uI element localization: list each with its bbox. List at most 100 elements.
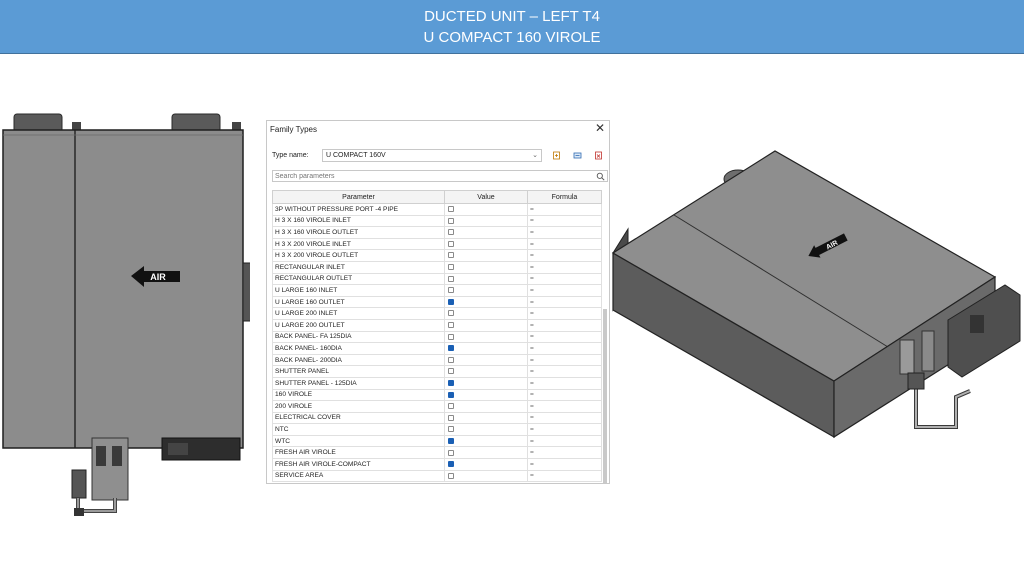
- scrollbar-thumb[interactable]: [603, 309, 607, 483]
- parameter-formula-cell[interactable]: =: [527, 237, 602, 251]
- parameter-value-cell: [444, 203, 528, 216]
- parameter-checkbox[interactable]: [448, 264, 454, 271]
- parameter-checkbox[interactable]: [448, 287, 454, 294]
- search-icon[interactable]: [596, 172, 605, 181]
- parameter-formula-cell[interactable]: =: [527, 330, 602, 344]
- parameter-value-cell: [444, 260, 528, 274]
- table-row[interactable]: H 3 X 200 VIROLE OUTLET =: [272, 249, 602, 262]
- parameter-checkbox[interactable]: [448, 206, 454, 213]
- family-types-dialog: Family Types ✕ Type name: U COMPACT 160V…: [266, 120, 610, 484]
- parameter-checkbox[interactable]: [448, 368, 454, 375]
- parameter-checkbox[interactable]: [448, 321, 454, 328]
- parameter-formula-cell[interactable]: =: [527, 214, 602, 228]
- unit-front-view-drawing: AIR: [2, 113, 250, 516]
- parameter-checkbox[interactable]: [448, 356, 454, 363]
- table-row[interactable]: SHUTTER PANEL - 125DIA =: [272, 376, 602, 390]
- parameter-name-cell: SERVICE AREA: [272, 469, 445, 483]
- parameter-formula-cell[interactable]: =: [527, 411, 602, 425]
- parameter-checkbox[interactable]: [448, 345, 454, 352]
- table-row[interactable]: SHUTTER PANEL =: [272, 365, 602, 378]
- table-row[interactable]: U LARGE 200 OUTLET =: [272, 318, 602, 332]
- parameter-name-cell: RECTANGULAR OUTLET: [272, 272, 445, 286]
- parameter-formula-cell[interactable]: =: [527, 388, 602, 402]
- table-row[interactable]: BACK PANEL- 160DIA =: [272, 342, 602, 355]
- table-row[interactable]: ELECTRICAL COVER =: [272, 411, 602, 425]
- parameter-formula-cell[interactable]: =: [527, 376, 602, 390]
- parameter-table-body: 3P WITHOUT PRESSURE PORT -4 PIPE = H 3 X 1…: [272, 203, 602, 483]
- parameter-checkbox[interactable]: [448, 275, 454, 282]
- parameter-checkbox[interactable]: [448, 298, 454, 305]
- table-row[interactable]: H 3 X 200 VIROLE INLET =: [272, 237, 602, 251]
- parameter-value-cell: [444, 423, 528, 436]
- close-icon[interactable]: ✕: [595, 122, 605, 134]
- parameter-checkbox[interactable]: [448, 449, 454, 456]
- parameter-checkbox[interactable]: [448, 437, 454, 444]
- parameter-formula-cell[interactable]: =: [527, 469, 602, 483]
- parameter-name-cell: NTC: [272, 423, 445, 436]
- parameter-formula-cell[interactable]: =: [527, 400, 602, 413]
- parameter-formula-cell[interactable]: =: [527, 318, 602, 332]
- rename-type-icon[interactable]: [573, 151, 582, 160]
- parameter-formula-cell[interactable]: =: [527, 295, 602, 309]
- title-line-1: DUCTED UNIT – LEFT T4: [424, 7, 600, 25]
- slide: DUCTED UNIT – LEFT T4 U COMPACT 160 VIRO…: [0, 0, 1024, 576]
- table-row[interactable]: WTC =: [272, 434, 602, 448]
- column-header-formula[interactable]: Formula: [527, 190, 602, 204]
- parameter-value-cell: [444, 446, 528, 460]
- table-row[interactable]: FRESH AIR VIROLE =: [272, 446, 602, 460]
- new-type-icon[interactable]: [552, 151, 561, 160]
- table-row[interactable]: BACK PANEL- 200DIA =: [272, 353, 602, 367]
- parameter-formula-cell[interactable]: =: [527, 226, 602, 239]
- parameter-formula-cell[interactable]: =: [527, 353, 602, 367]
- parameter-name-cell: 3P WITHOUT PRESSURE PORT -4 PIPE: [272, 203, 445, 216]
- type-name-dropdown[interactable]: U COMPACT 160V ⌄: [322, 149, 542, 162]
- table-row[interactable]: RECTANGULAR OUTLET =: [272, 272, 602, 286]
- parameter-checkbox[interactable]: [448, 414, 454, 421]
- table-row[interactable]: RECTANGULAR INLET =: [272, 260, 602, 274]
- table-row[interactable]: SERVICE AREA =: [272, 469, 602, 483]
- search-parameters-input[interactable]: [275, 172, 595, 181]
- parameter-formula-cell[interactable]: =: [527, 342, 602, 355]
- parameter-formula-cell[interactable]: =: [527, 284, 602, 297]
- parameter-checkbox[interactable]: [448, 252, 454, 259]
- table-row[interactable]: H 3 X 160 VIROLE OUTLET =: [272, 226, 602, 239]
- chevron-down-icon[interactable]: ⌄: [532, 151, 538, 159]
- table-row[interactable]: FRESH AIR VIROLE-COMPACT =: [272, 458, 602, 471]
- table-row[interactable]: 3P WITHOUT PRESSURE PORT -4 PIPE =: [272, 203, 602, 216]
- parameter-formula-cell[interactable]: =: [527, 307, 602, 320]
- table-row[interactable]: BACK PANEL- FA 125DIA =: [272, 330, 602, 344]
- parameter-checkbox[interactable]: [448, 310, 454, 317]
- table-row[interactable]: 160 VIROLE =: [272, 388, 602, 402]
- parameter-formula-cell[interactable]: =: [527, 458, 602, 471]
- table-row[interactable]: H 3 X 160 VIROLE INLET =: [272, 214, 602, 228]
- parameter-checkbox[interactable]: [448, 391, 454, 398]
- parameter-formula-cell[interactable]: =: [527, 272, 602, 286]
- parameter-value-cell: [444, 376, 528, 390]
- parameter-checkbox[interactable]: [448, 379, 454, 386]
- parameter-name-cell: U LARGE 200 INLET: [272, 307, 445, 320]
- parameter-formula-cell[interactable]: =: [527, 365, 602, 378]
- parameter-formula-cell[interactable]: =: [527, 446, 602, 460]
- table-row[interactable]: U LARGE 160 INLET =: [272, 284, 602, 297]
- table-row[interactable]: NTC =: [272, 423, 602, 436]
- column-header-value[interactable]: Value: [444, 190, 528, 204]
- table-row[interactable]: U LARGE 200 INLET =: [272, 307, 602, 320]
- parameter-checkbox[interactable]: [448, 240, 454, 247]
- parameter-formula-cell[interactable]: =: [527, 249, 602, 262]
- parameter-name-cell: BACK PANEL- 200DIA: [272, 353, 445, 367]
- table-row[interactable]: 200 VIROLE =: [272, 400, 602, 413]
- delete-type-icon[interactable]: [594, 151, 603, 160]
- table-row[interactable]: U LARGE 160 OUTLET =: [272, 295, 602, 309]
- parameter-checkbox[interactable]: [448, 217, 454, 224]
- parameter-checkbox[interactable]: [448, 426, 454, 433]
- parameter-formula-cell[interactable]: =: [527, 260, 602, 274]
- parameter-formula-cell[interactable]: =: [527, 423, 602, 436]
- parameter-checkbox[interactable]: [448, 472, 454, 479]
- parameter-formula-cell[interactable]: =: [527, 203, 602, 216]
- parameter-checkbox[interactable]: [448, 403, 454, 410]
- parameter-formula-cell[interactable]: =: [527, 434, 602, 448]
- parameter-checkbox[interactable]: [448, 333, 454, 340]
- parameter-checkbox[interactable]: [448, 461, 454, 468]
- column-header-parameter[interactable]: Parameter: [272, 190, 445, 204]
- parameter-checkbox[interactable]: [448, 229, 454, 236]
